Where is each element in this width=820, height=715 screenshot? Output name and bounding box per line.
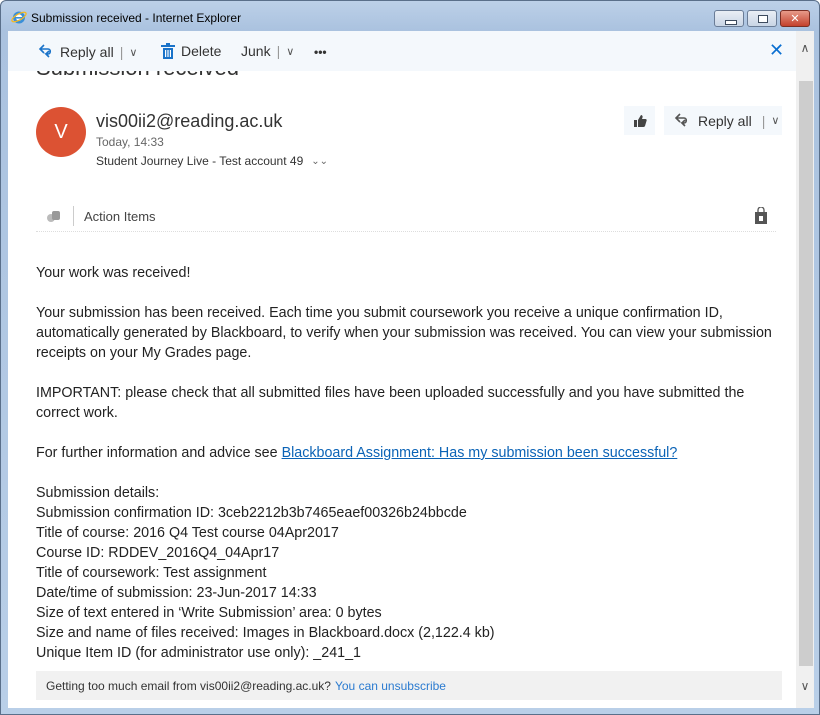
submission-details: Submission details: Submission confirmat… — [36, 483, 786, 663]
internet-explorer-icon — [11, 11, 27, 24]
reply-all-icon — [674, 112, 688, 127]
close-icon: ✕ — [790, 12, 800, 25]
detail-files-received: Size and name of files received: Images … — [36, 625, 495, 641]
divider — [73, 206, 74, 226]
add-ins-icon — [47, 211, 60, 222]
scroll-down-icon[interactable]: ∨ — [796, 679, 814, 693]
chevron-down-icon[interactable]: ∨ — [771, 114, 779, 127]
trash-icon — [161, 43, 175, 59]
reply-all-label: Reply all — [698, 112, 752, 129]
action-items-label[interactable]: Action Items — [84, 209, 156, 224]
delete-button[interactable]: Delete — [161, 43, 221, 59]
thumbs-up-icon — [633, 114, 647, 127]
reply-all-button[interactable]: Reply all | ∨ — [664, 106, 782, 135]
junk-label: Junk — [241, 43, 271, 59]
vertical-scrollbar[interactable]: ∧ ∨ — [796, 31, 814, 708]
reply-all-label: Reply all — [60, 44, 114, 60]
unsubscribe-banner: Getting too much email from vis00ii2@rea… — [36, 671, 782, 700]
maximize-button[interactable] — [747, 10, 777, 27]
further-info: For further information and advice see B… — [36, 443, 786, 463]
detail-course-id: Course ID: RDDEV_2016Q4_04Apr17 — [36, 545, 280, 561]
greeting: Your work was received! — [36, 265, 191, 281]
message-pane: Submission received V vis00ii2@reading.a… — [8, 31, 796, 708]
further-info-text: For further information and advice see — [36, 445, 282, 461]
detail-course-title: Title of course: 2016 Q4 Test course 04A… — [36, 525, 339, 541]
close-window-button[interactable]: ✕ — [780, 10, 810, 27]
sender-avatar: V — [36, 107, 86, 157]
more-actions-button[interactable]: ••• — [314, 45, 327, 59]
store-bag-icon[interactable] — [754, 207, 768, 225]
separator: | — [761, 112, 766, 129]
message-date: Today, 14:33 — [96, 135, 164, 149]
minimize-icon — [725, 20, 737, 25]
important-paragraph: IMPORTANT: please check that all submitt… — [36, 385, 745, 421]
sender-address[interactable]: vis00ii2@reading.ac.uk — [96, 111, 282, 132]
window-title: Submission received - Internet Explorer — [31, 11, 242, 25]
like-button[interactable] — [624, 106, 655, 135]
maximize-icon — [758, 15, 768, 23]
title-bar: Submission received - Internet Explorer … — [1, 1, 819, 31]
body-paragraph: Your submission has been received. Each … — [36, 305, 772, 361]
help-link[interactable]: Blackboard Assignment: Has my submission… — [282, 445, 678, 461]
separator: | — [276, 43, 281, 59]
delete-label: Delete — [181, 43, 222, 59]
reply-all-icon — [38, 44, 52, 58]
detail-coursework-title: Title of coursework: Test assignment — [36, 565, 267, 581]
minimize-button[interactable] — [714, 10, 744, 27]
scroll-up-icon[interactable]: ∧ — [796, 41, 814, 55]
toolbar-reply-all-button[interactable]: Reply all | ∨ — [38, 43, 137, 61]
expand-recipients-icon[interactable]: ⌄⌄ — [311, 156, 328, 167]
message-toolbar: Reply all | ∨ Delete Junk | ∨ ••• ✕ — [8, 31, 796, 71]
close-message-button[interactable]: ✕ — [769, 40, 784, 61]
scroll-thumb[interactable] — [799, 81, 813, 666]
detail-text-size: Size of text entered in ‘Write Submissio… — [36, 605, 382, 621]
recipients[interactable]: Student Journey Live - Test account 49 ⌄… — [96, 154, 328, 168]
junk-button[interactable]: Junk | ∨ — [241, 43, 294, 59]
browser-window: Submission received - Internet Explorer … — [0, 0, 820, 715]
recipients-label: Student Journey Live - Test account 49 — [96, 154, 304, 168]
unsubscribe-link[interactable]: You can unsubscribe — [335, 679, 446, 693]
email-reader: Submission received V vis00ii2@reading.a… — [8, 31, 814, 708]
more-icon: ••• — [314, 45, 327, 59]
detail-submission-date: Date/time of submission: 23-Jun-2017 14:… — [36, 585, 317, 601]
chevron-down-icon[interactable]: ∨ — [129, 46, 137, 59]
details-heading: Submission details: — [36, 485, 160, 501]
detail-confirmation-id: Submission confirmation ID: 3ceb2212b3b7… — [36, 505, 467, 521]
separator: | — [119, 44, 124, 60]
unsubscribe-text: Getting too much email from vis00ii2@rea… — [46, 678, 331, 693]
detail-unique-item-id: Unique Item ID (for administrator use on… — [36, 645, 362, 661]
message-body: Your work was received! Your submission … — [36, 263, 786, 663]
chevron-down-icon[interactable]: ∨ — [286, 45, 294, 58]
action-items-bar: Action Items — [36, 201, 776, 232]
